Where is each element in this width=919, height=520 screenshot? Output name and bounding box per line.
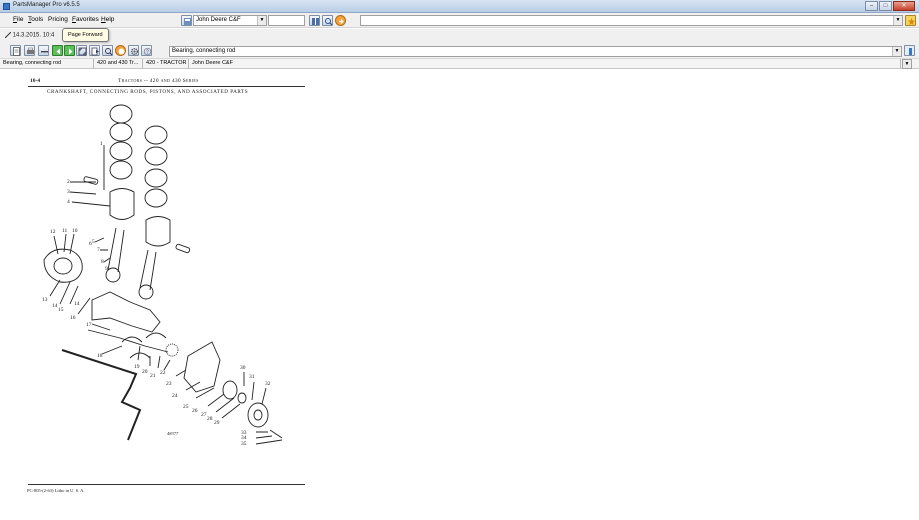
orange-action-icon[interactable]	[335, 15, 346, 26]
book-icon[interactable]	[309, 15, 320, 26]
callout-22[interactable]: 22	[160, 370, 166, 376]
catalog-icon[interactable]	[181, 15, 192, 26]
pen-icon	[4, 31, 12, 39]
bookmark-icon[interactable]	[904, 45, 915, 56]
callout-5[interactable]: 5	[92, 239, 95, 245]
callout-8[interactable]: 8	[101, 259, 104, 265]
address-field[interactable]: ▼	[360, 15, 903, 26]
footer-rule	[28, 484, 305, 485]
chevron-down-icon: ▼	[257, 16, 266, 25]
callout-17[interactable]: 17	[86, 322, 92, 328]
breadcrumb-model[interactable]: 420 - TRACTOR	[143, 59, 189, 69]
menu-favorites[interactable]: Favorites	[72, 16, 99, 23]
zoom-icon[interactable]	[102, 45, 113, 56]
app-icon	[3, 3, 10, 10]
date-bar: 14.3.2015. 10:4	[0, 29, 919, 43]
close-button[interactable]: ✕	[893, 1, 915, 11]
callout-11[interactable]: 11	[62, 228, 68, 234]
callout-27[interactable]: 27	[201, 412, 207, 418]
page-forward-icon[interactable]	[89, 45, 100, 56]
page-forward-tooltip: Page Forward	[62, 28, 109, 42]
callout-16[interactable]: 16	[70, 315, 76, 321]
figure-id: 48377	[167, 431, 179, 436]
breadcrumb-part[interactable]: Bearing, connecting rod	[0, 59, 94, 69]
arrow-left-icon[interactable]	[52, 45, 63, 56]
catalog-select[interactable]: John Deere C&F ▼	[193, 15, 267, 26]
fit-page-icon[interactable]	[76, 45, 87, 56]
window-controls: – □ ✕	[864, 1, 915, 11]
breadcrumb: Bearing, connecting rod 420 and 430 Tr..…	[0, 59, 919, 69]
maximize-button[interactable]: □	[879, 1, 892, 11]
callout-6[interactable]: 6	[89, 241, 92, 247]
part-select[interactable]: Bearing, connecting rod ▼	[169, 46, 902, 57]
callout-13[interactable]: 13	[42, 297, 48, 303]
window-title: PartsManager Pro v6.5.5	[13, 2, 80, 8]
help-icon[interactable]: ?	[141, 45, 152, 56]
callout-23[interactable]: 23	[166, 381, 172, 387]
chevron-down-icon: ▼	[892, 47, 901, 56]
menu-pricing[interactable]: Pricing	[48, 16, 68, 23]
chevron-down-icon: ▼	[903, 60, 911, 68]
page-footer: PC-805-(2-63) Litho in U. S. A.	[27, 488, 85, 493]
breadcrumb-dropdown[interactable]: ▼	[902, 59, 912, 69]
callout-9[interactable]: 9	[105, 266, 108, 272]
title-bar: PartsManager Pro v6.5.5 – □ ✕	[0, 0, 919, 13]
menu-help[interactable]: Help	[101, 16, 114, 23]
search-icon[interactable]	[322, 15, 333, 26]
callout-26[interactable]: 26	[192, 408, 198, 414]
parts-diagram: 1234567891011121314 1415161718192021 22232…	[42, 104, 283, 447]
arrow-right-icon[interactable]	[64, 45, 75, 56]
breadcrumb-series[interactable]: 420 and 430 Tr...	[94, 59, 143, 69]
callout-12[interactable]: 12	[50, 229, 56, 235]
chevron-down-icon: ▼	[893, 16, 902, 25]
callout-1[interactable]: 1	[100, 141, 103, 147]
minus-icon[interactable]	[38, 45, 49, 56]
callout-28[interactable]: 28	[207, 416, 213, 422]
menu-bar: File Tools Pricing Favorites Help John D…	[0, 13, 919, 28]
minimize-button[interactable]: –	[865, 1, 878, 11]
search-input[interactable]	[268, 15, 305, 26]
callout-14[interactable]: 14	[74, 301, 80, 307]
callout-14[interactable]: 14	[52, 303, 58, 309]
callout-19[interactable]: 19	[134, 364, 140, 370]
document-icon[interactable]	[10, 45, 21, 56]
callout-35[interactable]: 35	[241, 441, 247, 447]
callout-3[interactable]: 3	[67, 189, 70, 195]
callout-18[interactable]: 18	[97, 353, 103, 359]
callout-31[interactable]: 31	[249, 374, 255, 380]
callout-30[interactable]: 30	[240, 365, 246, 371]
star-icon[interactable]	[905, 15, 916, 26]
gear-icon[interactable]	[128, 45, 139, 56]
callout-29[interactable]: 29	[214, 420, 220, 426]
callout-21[interactable]: 21	[150, 373, 156, 379]
menu-tools[interactable]: Tools	[28, 16, 43, 23]
callout-24[interactable]: 24	[172, 393, 178, 399]
svg-text:?: ?	[146, 50, 149, 56]
callout-2[interactable]: 2	[67, 179, 70, 185]
callout-25[interactable]: 25	[183, 404, 189, 410]
callout-7[interactable]: 7	[97, 247, 100, 253]
toolbar: ? Bearing, connecting rod ▼	[0, 43, 919, 59]
menu-file[interactable]: File	[13, 16, 24, 23]
orange-info-icon[interactable]	[115, 45, 126, 56]
print-icon[interactable]	[24, 45, 35, 56]
date-label: 14.3.2015. 10:4	[4, 31, 54, 39]
callout-4[interactable]: 4	[67, 199, 70, 205]
callout-15[interactable]: 15	[58, 307, 64, 313]
callout-32[interactable]: 32	[265, 381, 271, 387]
breadcrumb-catalog[interactable]: John Deere C&F	[189, 59, 901, 69]
callout-10[interactable]: 10	[72, 228, 78, 234]
callout-20[interactable]: 20	[142, 369, 148, 375]
document-viewer[interactable]: 10-4 Tractors -- 420 and 430 Series CRAN…	[0, 70, 919, 520]
